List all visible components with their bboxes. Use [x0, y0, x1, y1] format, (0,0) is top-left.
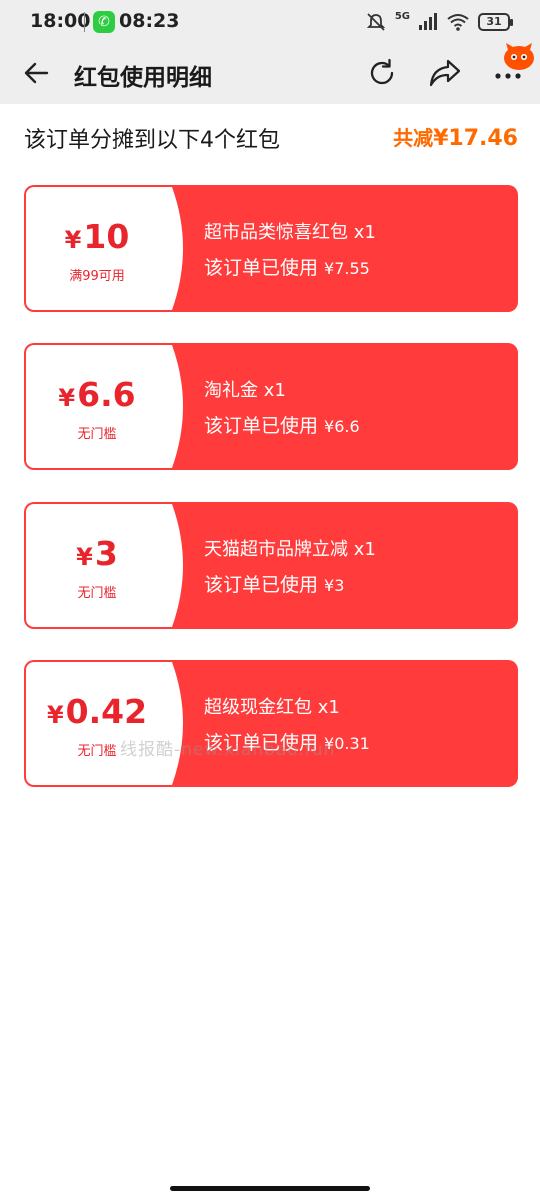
coupon-amount: ¥3: [26, 534, 168, 573]
nav-bar: 红包使用明细: [0, 42, 540, 104]
coupon-amount: ¥10: [26, 217, 168, 256]
coupon-used: 该订单已使用 ¥3: [204, 570, 344, 597]
watermark-text: 线报酷-new.xianbao.fun: [120, 740, 336, 760]
coupon-condition: 满99可用: [69, 269, 125, 284]
total-amount: ¥17.46: [433, 126, 518, 151]
coupon-used-label: 该订单已使用: [204, 257, 319, 279]
coupon-used: 该订单已使用 ¥6.6: [204, 411, 360, 438]
coupon-divider-curve: [164, 187, 183, 310]
coupon-amount: ¥0.42: [26, 692, 168, 731]
coupon-amount-value: 3: [94, 534, 118, 573]
coupon-amount-value: 6.6: [77, 375, 136, 414]
coupon-amount-value: 10: [83, 217, 130, 256]
wifi-icon: [447, 14, 469, 31]
status-divider: [84, 12, 85, 32]
coupon-used-amount: ¥6.6: [324, 417, 360, 436]
coupon-used-amount: ¥3: [324, 576, 345, 595]
coupon-value-panel: ¥3 无门槛: [26, 504, 172, 627]
coupon-divider-curve: [164, 662, 183, 785]
coupon-condition: 无门槛: [77, 586, 117, 601]
coupon-used-label: 该订单已使用: [204, 415, 319, 437]
coupon-name: 超市品类惊喜红包 x1: [204, 222, 376, 243]
total-discount: 共减 ¥17.46: [393, 122, 518, 151]
mascot-icon[interactable]: [502, 42, 536, 72]
status-icons: 5G 31: [365, 11, 513, 32]
battery-icon: 31: [478, 13, 513, 31]
status-bar: 18:00 ✆ 08:23 5G 31: [0, 0, 540, 44]
coupon-value-panel: ¥0.42 无门槛: [26, 662, 172, 785]
coupon-amount: ¥6.6: [26, 375, 168, 414]
summary-text: 该订单分摊到以下4个红包: [24, 128, 280, 153]
coupon-card[interactable]: ¥0.42 无门槛 超级现金红包 x1 该订单已使用 ¥0.31: [24, 660, 518, 787]
mute-icon: [366, 13, 386, 31]
coupon-currency: ¥: [46, 701, 64, 729]
share-icon[interactable]: [428, 57, 462, 89]
phone-call-icon[interactable]: ✆: [93, 11, 115, 33]
coupon-name: 超级现金红包 x1: [204, 697, 340, 718]
signal-icon: [419, 13, 437, 30]
coupon-used: 该订单已使用 ¥7.55: [204, 253, 370, 280]
refresh-icon[interactable]: [366, 57, 398, 89]
coupon-card[interactable]: ¥3 无门槛 天猫超市品牌立减 x1 该订单已使用 ¥3: [24, 502, 518, 629]
coupon-currency: ¥: [58, 384, 76, 412]
call-duration: 08:23: [119, 10, 180, 32]
coupon-divider-curve: [164, 504, 183, 627]
coupon-divider-curve: [164, 345, 183, 468]
coupon-card[interactable]: ¥6.6 无门槛 淘礼金 x1 该订单已使用 ¥6.6: [24, 343, 518, 470]
coupon-value-panel: ¥10 满99可用: [26, 187, 172, 310]
coupon-currency: ¥: [76, 543, 93, 571]
page-title: 红包使用明细: [74, 65, 212, 91]
coupon-name: 天猫超市品牌立减 x1: [204, 539, 376, 560]
total-label: 共减: [393, 126, 434, 150]
network-label: 5G: [394, 11, 410, 22]
coupon-used-amount: ¥7.55: [324, 259, 370, 278]
coupon-value-panel: ¥6.6 无门槛: [26, 345, 172, 468]
coupon-used-label: 该订单已使用: [204, 574, 319, 596]
home-indicator[interactable]: [170, 1186, 370, 1191]
status-time: 18:00: [30, 10, 91, 32]
coupon-currency: ¥: [64, 226, 82, 254]
summary-row: 该订单分摊到以下4个红包 共减 ¥17.46: [0, 104, 540, 170]
coupon-condition: 无门槛: [77, 427, 117, 442]
back-arrow-icon[interactable]: [22, 58, 52, 88]
coupon-name: 淘礼金 x1: [204, 380, 286, 401]
coupon-amount-value: 0.42: [65, 692, 148, 731]
coupon-card[interactable]: ¥10 满99可用 超市品类惊喜红包 x1 该订单已使用 ¥7.55: [24, 185, 518, 312]
